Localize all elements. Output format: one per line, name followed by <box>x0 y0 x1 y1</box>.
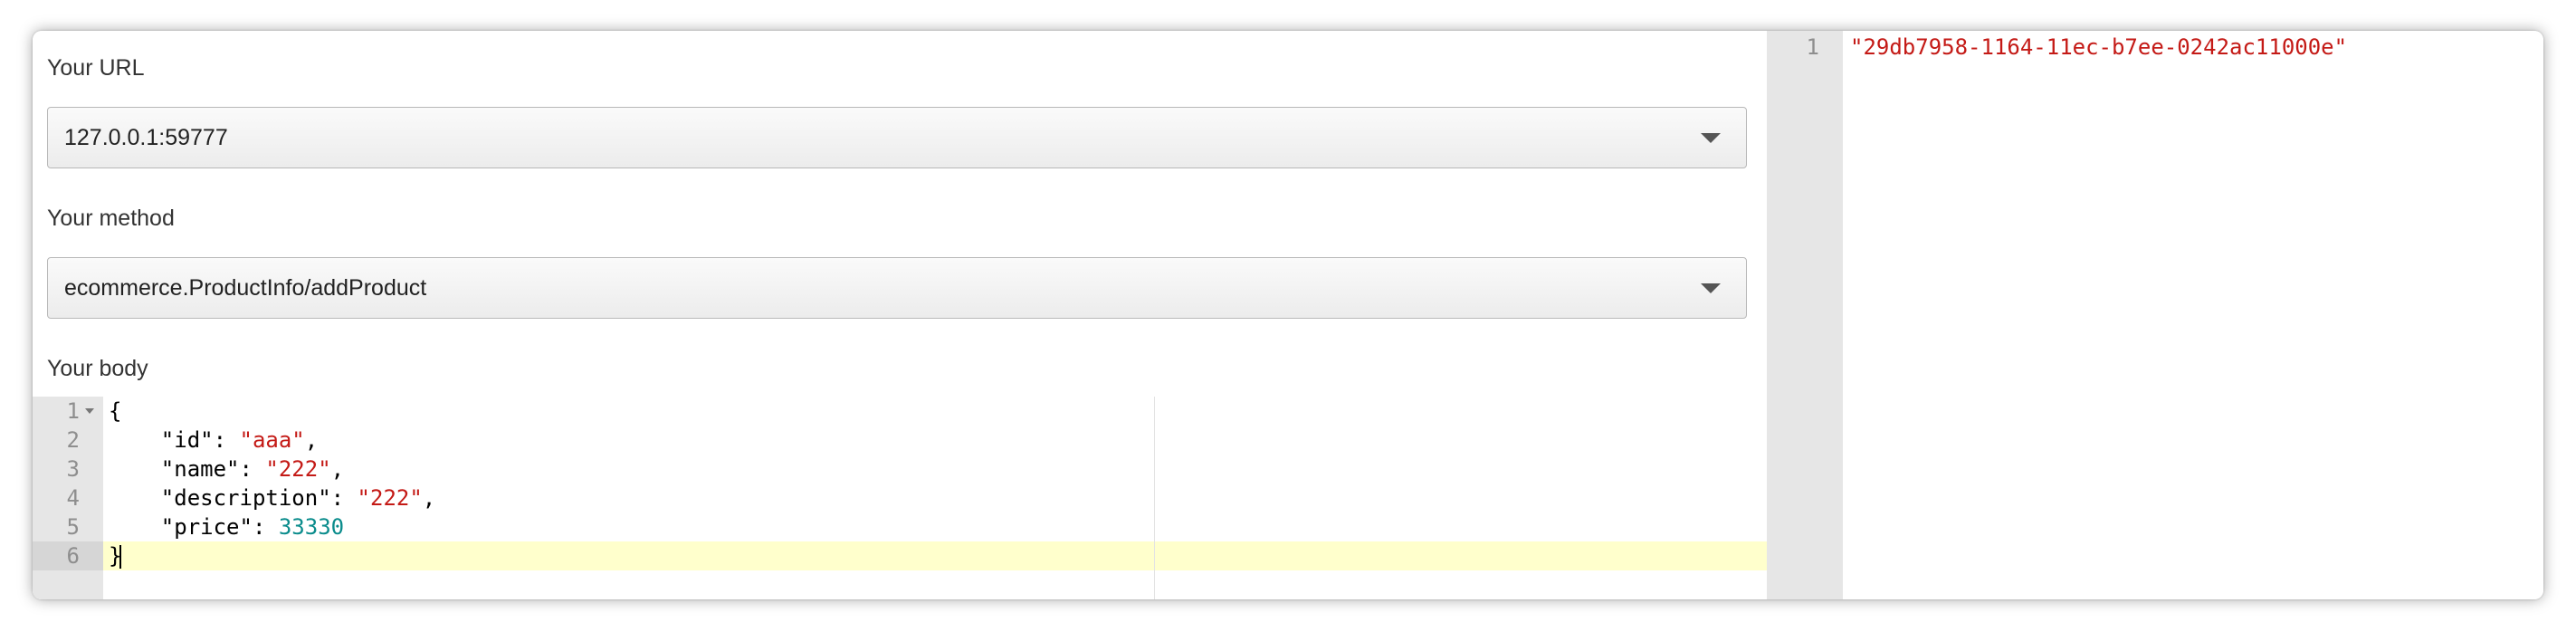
code-line: 1{ <box>33 397 1767 426</box>
code-line: 5 "price": 33330 <box>33 512 1767 541</box>
code-token: "222" <box>357 485 423 511</box>
response-line: 1 "29db7958-1164-11ec-b7ee-0242ac11000e" <box>1767 33 2543 62</box>
code-text: "id": "aaa", <box>109 426 318 455</box>
code-token: : <box>239 456 266 482</box>
line-number: 6 <box>66 543 80 569</box>
url-select-value: 127.0.0.1:59777 <box>64 125 228 150</box>
line-number: 4 <box>66 485 80 511</box>
line-number: 5 <box>66 514 80 540</box>
code-token: : <box>213 427 240 453</box>
line-number: 1 <box>1806 34 1819 60</box>
line-number: 1 <box>66 398 80 424</box>
caret-down-icon <box>1701 133 1721 143</box>
line-number: 2 <box>66 427 80 453</box>
line-number: 3 <box>66 456 80 482</box>
code-token: { <box>109 398 122 424</box>
body-label: Your body <box>47 356 148 381</box>
url-select[interactable]: 127.0.0.1:59777 <box>47 107 1747 168</box>
code-token: "aaa" <box>239 427 305 453</box>
url-label: Your URL <box>47 55 145 81</box>
code-token: : <box>252 514 279 540</box>
code-token: "price" <box>109 514 253 540</box>
code-text: "name": "222", <box>109 455 344 484</box>
response-gutter <box>1767 31 1843 599</box>
response-text: "29db7958-1164-11ec-b7ee-0242ac11000e" <box>1850 34 2348 60</box>
code-token: "description" <box>109 485 331 511</box>
response-pane[interactable]: 1 "29db7958-1164-11ec-b7ee-0242ac11000e" <box>1767 31 2543 599</box>
code-token: , <box>330 456 345 482</box>
code-line: 3 "name": "222", <box>33 455 1767 484</box>
caret-down-icon <box>1701 283 1721 293</box>
code-line: 4 "description": "222", <box>33 484 1767 512</box>
code-text: "description": "222", <box>109 484 435 512</box>
code-token: "222" <box>265 456 331 482</box>
app-window: Your URL 127.0.0.1:59777 Your method eco… <box>33 31 2543 599</box>
code-text: { <box>109 397 121 426</box>
body-code-editor[interactable]: 1{2 "id": "aaa", 3 "name": "222", 4 "descr… <box>33 397 1767 599</box>
fold-arrow-icon[interactable] <box>85 408 94 414</box>
request-pane: Your URL 127.0.0.1:59777 Your method eco… <box>33 31 1767 599</box>
code-token: , <box>422 485 436 511</box>
code-token: "id" <box>109 427 214 453</box>
code-line: 6} <box>33 541 1767 570</box>
code-text: "price": 33330 <box>109 512 344 541</box>
text-cursor <box>119 545 122 569</box>
method-label: Your method <box>47 206 175 231</box>
code-token: , <box>304 427 319 453</box>
code-token: 33330 <box>278 514 345 540</box>
method-select[interactable]: ecommerce.ProductInfo/addProduct <box>47 257 1747 319</box>
method-select-value: ecommerce.ProductInfo/addProduct <box>64 275 427 301</box>
code-token: : <box>330 485 358 511</box>
code-text: } <box>109 541 122 570</box>
code-line: 2 "id": "aaa", <box>33 426 1767 455</box>
code-token: "name" <box>109 456 240 482</box>
